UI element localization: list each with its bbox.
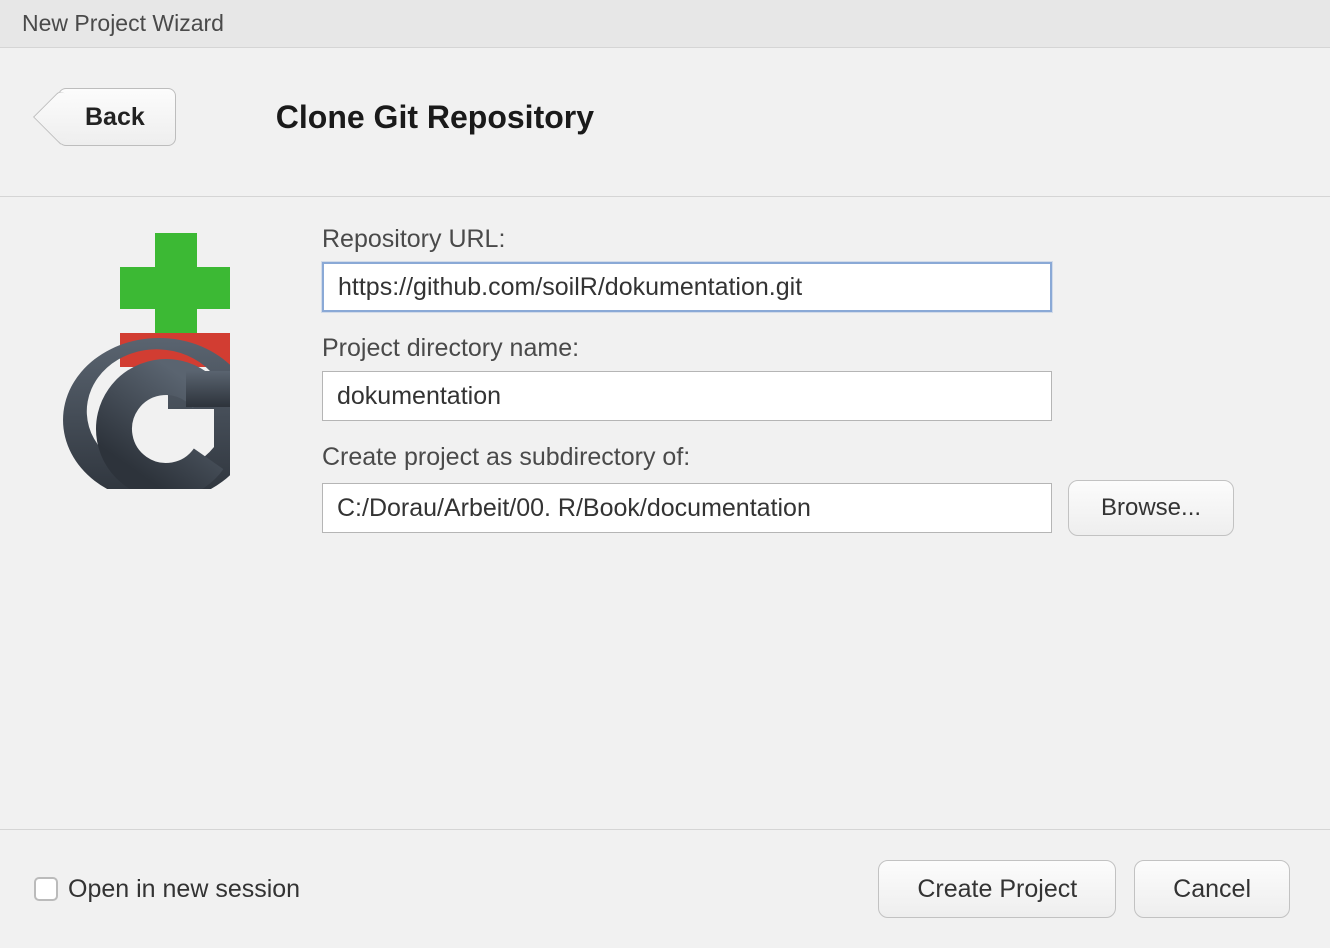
dir-name-label: Project directory name: (322, 334, 1282, 363)
footer-buttons: Create Project Cancel (878, 860, 1290, 918)
git-logo-icon (60, 225, 230, 558)
subdir-label: Create project as subdirectory of: (322, 443, 1282, 472)
window-titlebar: New Project Wizard (0, 0, 1330, 48)
dir-name-input[interactable] (322, 371, 1052, 421)
subdir-group: Create project as subdirectory of: Brows… (322, 443, 1282, 536)
browse-button[interactable]: Browse... (1068, 480, 1234, 536)
back-button-label: Back (85, 103, 145, 132)
footer-row: Open in new session Create Project Cance… (0, 829, 1330, 918)
create-project-button[interactable]: Create Project (878, 860, 1116, 918)
content-area: Repository URL: Project directory name: … (0, 197, 1330, 558)
subdir-input[interactable] (322, 483, 1052, 533)
back-button[interactable]: Back (58, 88, 176, 146)
open-new-session-checkbox[interactable]: Open in new session (34, 875, 300, 904)
dir-name-group: Project directory name: (322, 334, 1282, 421)
checkbox-box-icon (34, 877, 58, 901)
repo-url-input[interactable] (322, 262, 1052, 312)
form-area: Repository URL: Project directory name: … (230, 225, 1282, 558)
repo-url-label: Repository URL: (322, 225, 1282, 254)
page-title: Clone Git Repository (276, 99, 594, 136)
open-new-session-label: Open in new session (68, 875, 300, 904)
header-row: Back Clone Git Repository (0, 48, 1330, 197)
repo-url-group: Repository URL: (322, 225, 1282, 312)
window-title: New Project Wizard (22, 10, 224, 36)
cancel-button[interactable]: Cancel (1134, 860, 1290, 918)
